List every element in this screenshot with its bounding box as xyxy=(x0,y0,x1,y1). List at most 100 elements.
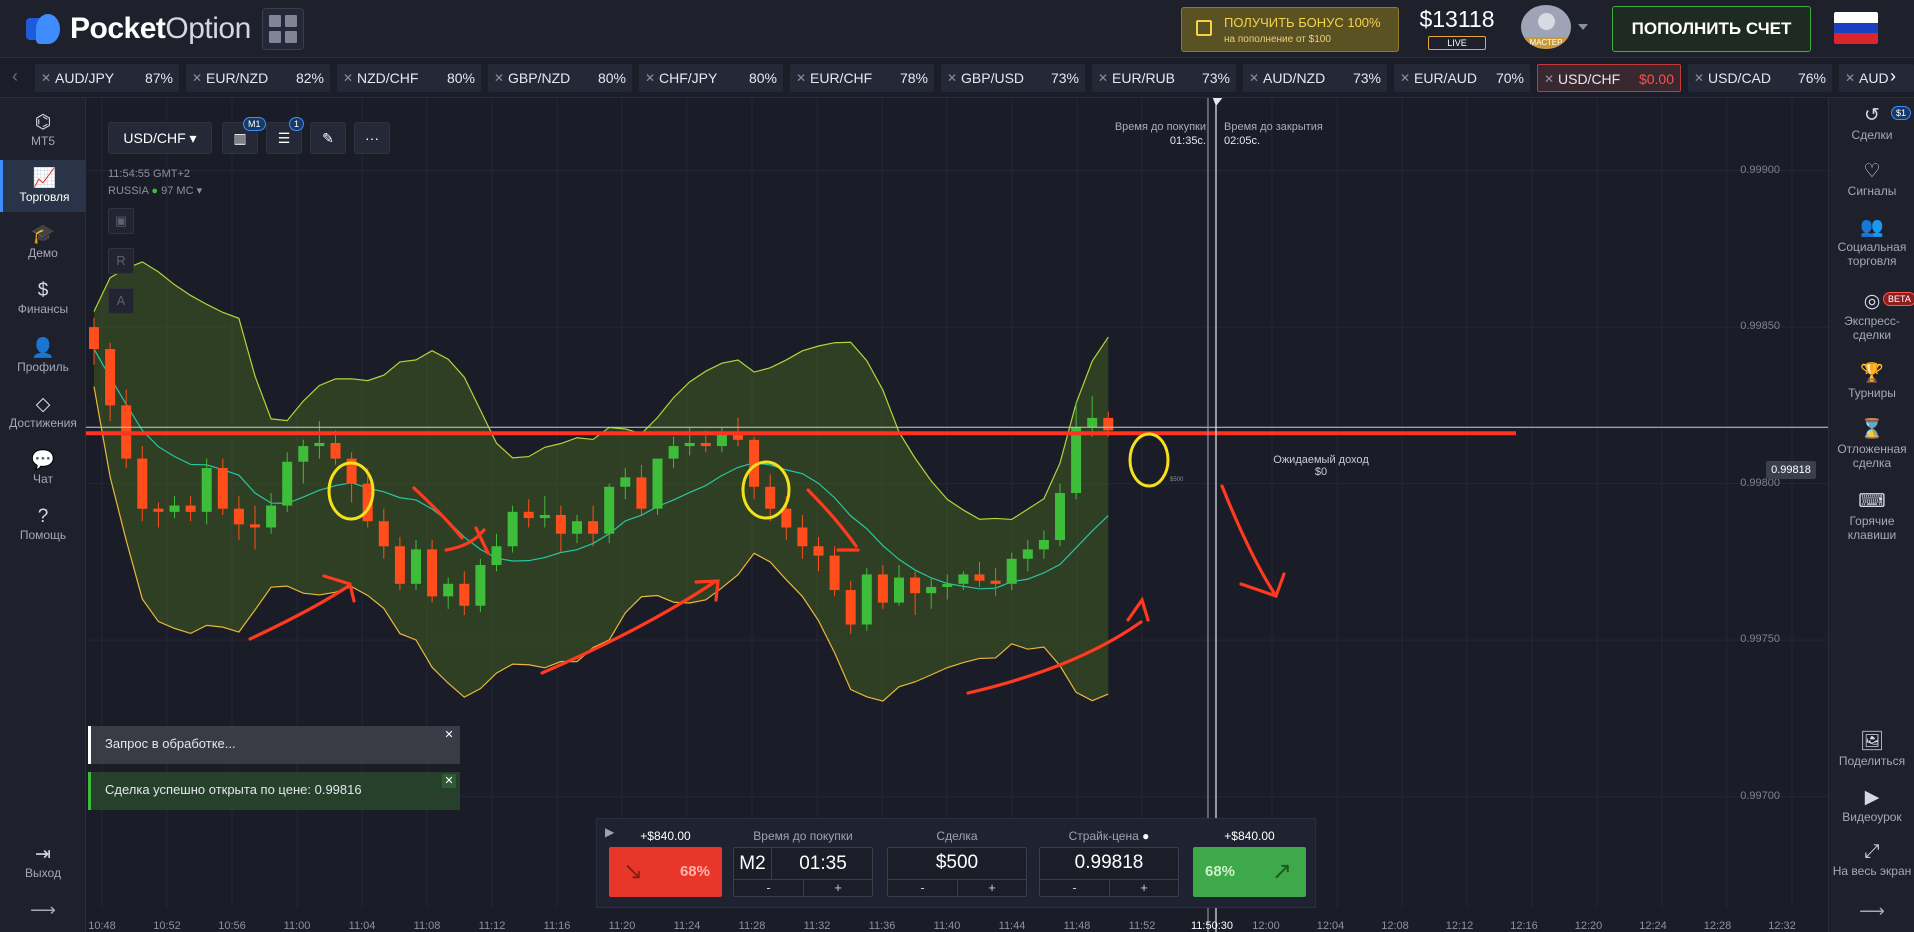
ticker-usd-chf[interactable]: ✕ USD/CHF $0.00 xyxy=(1537,64,1681,92)
close-icon[interactable]: ✕ xyxy=(1098,64,1108,92)
close-icon[interactable]: ✕ xyxy=(41,64,51,92)
close-icon[interactable]: ✕ xyxy=(1694,64,1704,92)
avatar[interactable]: МАСТЕР xyxy=(1521,5,1571,49)
ticker-eur-nzd[interactable]: ✕ EUR/NZD 82% xyxy=(186,64,330,92)
ticker-payout: 73% xyxy=(1050,70,1079,86)
right-nav-hourglass[interactable]: ⌛ Отложенная сделка xyxy=(1829,418,1914,470)
amount-plus-button[interactable]: + xyxy=(957,879,1026,896)
indicators-button[interactable]: ☰ 1 xyxy=(266,117,305,154)
right-nav-social[interactable]: 👥 Социальная торговля xyxy=(1829,216,1914,268)
nav-item-demo[interactable]: 🎓 Демо xyxy=(0,216,86,268)
right-nav-fullscreen[interactable]: ⤢ На весь экран xyxy=(1829,840,1914,878)
arrow-right-icon[interactable]: ⟶ xyxy=(1829,902,1914,920)
ticker-gbp-usd[interactable]: ✕ GBP/USD 73% xyxy=(941,64,1085,92)
time-tick-label: 11:40 xyxy=(933,920,961,932)
close-icon[interactable]: ✕ xyxy=(1544,65,1554,93)
toggle-icon[interactable]: ● xyxy=(1142,829,1149,843)
bonus-title: ПОЛУЧИТЬ БОНУС 100% xyxy=(1224,15,1381,30)
candle xyxy=(652,458,663,515)
deposit-button[interactable]: ПОПОЛНИТЬ СЧЕТ xyxy=(1612,6,1811,52)
ticker-gbp-nzd[interactable]: ✕ GBP/NZD 80% xyxy=(488,64,632,92)
drawing-tools-button[interactable]: ✎ xyxy=(310,122,346,154)
strike-minus-button[interactable]: - xyxy=(1040,879,1109,896)
ticker-nzd-chf[interactable]: ✕ NZD/CHF 80% xyxy=(337,64,481,92)
ticker-aud-jpy[interactable]: ✕ AUD/JPY 87% xyxy=(35,64,179,92)
ticker-usd-cad[interactable]: ✕ USD/CAD 76% xyxy=(1688,64,1832,92)
apps-grid-button[interactable] xyxy=(262,8,304,50)
header: PocketOption ПОЛУЧИТЬ БОНУС 100% на попо… xyxy=(0,0,1914,58)
strike-plus-button[interactable]: + xyxy=(1109,879,1178,896)
gift-icon xyxy=(1196,20,1212,36)
balance-widget[interactable]: $13118 LIVE xyxy=(1417,6,1497,51)
ticker-aud[interactable]: ✕ AUD xyxy=(1839,64,1914,92)
nav-item-exit[interactable]: ⇥ Выход xyxy=(0,836,86,888)
time-plus-button[interactable]: + xyxy=(803,879,872,896)
right-nav-trophy[interactable]: 🏆 Турниры xyxy=(1829,362,1914,400)
expected-income: Ожидаемый доход $0 xyxy=(1256,454,1386,478)
strike-price-input[interactable]: 0.99818 - + xyxy=(1039,847,1179,897)
close-icon[interactable]: ✕ xyxy=(192,64,202,92)
nav-item-chart[interactable]: 📈 Торговля xyxy=(0,160,86,212)
keyboard-icon: ⌨ xyxy=(1858,491,1886,512)
buy-button[interactable]: 68% ↗ xyxy=(1193,847,1306,897)
ticker-eur-chf[interactable]: ✕ EUR/CHF 78% xyxy=(790,64,934,92)
right-nav-label: Горячие клавиши xyxy=(1847,514,1897,542)
price-tick-label: 0.99750 xyxy=(1740,633,1780,646)
trophy-icon: 🏆 xyxy=(1860,363,1884,384)
ticker-eur-rub[interactable]: ✕ EUR/RUB 73% xyxy=(1092,64,1236,92)
chart-type-button[interactable]: ▥ M1 xyxy=(222,117,266,154)
price-tick-label: 0.99900 xyxy=(1740,163,1780,176)
buy-time-value: 01:35с. xyxy=(1169,135,1206,147)
chevron-left-icon[interactable]: ‹ xyxy=(12,66,18,87)
right-nav-share[interactable]: 🖼 Поделиться xyxy=(1829,730,1914,768)
sell-button[interactable]: ↘ 68% xyxy=(609,847,722,897)
auto-button[interactable]: A xyxy=(108,288,134,314)
amount-input[interactable]: $500 - + xyxy=(887,847,1027,897)
more-button[interactable]: ··· xyxy=(354,122,390,154)
time-selector[interactable]: M2 01:35 - + xyxy=(733,847,873,897)
candle xyxy=(861,568,872,631)
close-icon[interactable]: ✕ xyxy=(442,774,456,788)
ticker-chf-jpy[interactable]: ✕ CHF/JPY 80% xyxy=(639,64,783,92)
close-icon[interactable]: ✕ xyxy=(796,64,806,92)
close-icon[interactable]: ✕ xyxy=(343,64,353,92)
nav-item-chat[interactable]: 💬 Чат xyxy=(0,442,86,494)
right-nav-keyboard[interactable]: ⌨ Горячие клавиши xyxy=(1829,490,1914,542)
close-icon[interactable]: ✕ xyxy=(442,728,456,742)
close-icon[interactable]: ✕ xyxy=(1400,64,1410,92)
nav-label: MT5 xyxy=(31,134,55,148)
bonus-button[interactable]: ПОЛУЧИТЬ БОНУС 100% на пополнение от $10… xyxy=(1181,7,1399,52)
chart-area[interactable]: $500 USD/CHF ▾ ▥ M1 ☰ 1 ✎ ··· 11:54:55 GMT… xyxy=(86,98,1828,932)
close-icon[interactable]: ✕ xyxy=(947,64,957,92)
amount-minus-button[interactable]: - xyxy=(888,879,957,896)
amount-label: Сделка xyxy=(936,829,978,843)
nav-item-diamond[interactable]: ◇ Достижения xyxy=(0,386,86,438)
nav-item-mt5[interactable]: ⌬ MT5 xyxy=(0,104,86,156)
logo[interactable]: PocketOption xyxy=(26,12,251,46)
arrow-right-icon[interactable]: ⟶ xyxy=(0,900,86,921)
chevron-right-icon[interactable]: › xyxy=(1890,66,1896,87)
right-nav-signals[interactable]: ♡ Сигналы xyxy=(1829,160,1914,198)
symbol-selector[interactable]: USD/CHF ▾ xyxy=(108,122,212,154)
ticker-eur-aud[interactable]: ✕ EUR/AUD 70% xyxy=(1394,64,1530,92)
nav-label: Торговля xyxy=(19,190,70,204)
close-icon[interactable]: ✕ xyxy=(645,64,655,92)
nav-item-help[interactable]: ? Помощь xyxy=(0,498,86,550)
close-icon[interactable]: ✕ xyxy=(494,64,504,92)
close-icon[interactable]: ✕ xyxy=(1845,64,1855,92)
sell-percent: 68% xyxy=(679,863,710,880)
ticker-aud-nzd[interactable]: ✕ AUD/NZD 73% xyxy=(1243,64,1387,92)
right-nav-video[interactable]: ▶ Видеоурок xyxy=(1829,786,1914,824)
chevron-down-icon[interactable] xyxy=(1578,24,1588,30)
ticker-bar: ‹ ✕ AUD/JPY 87% ✕ EUR/NZD 82% ✕ NZD/CHF 80% ✕ GBP/… xyxy=(0,58,1914,98)
ticker-payout: $0.00 xyxy=(1638,71,1674,87)
language-flag[interactable] xyxy=(1834,12,1878,44)
nav-item-user[interactable]: 👤 Профиль xyxy=(0,330,86,382)
nav-item-dollar[interactable]: $ Финансы xyxy=(0,272,86,324)
share-icon: 🖼 xyxy=(1859,731,1885,752)
bonus-subtitle: на пополнение от $100 xyxy=(1224,34,1331,45)
reset-button[interactable]: R xyxy=(108,248,134,274)
screenshot-icon[interactable]: ▣ xyxy=(108,208,134,234)
close-icon[interactable]: ✕ xyxy=(1249,64,1259,92)
time-minus-button[interactable]: - xyxy=(734,879,803,896)
